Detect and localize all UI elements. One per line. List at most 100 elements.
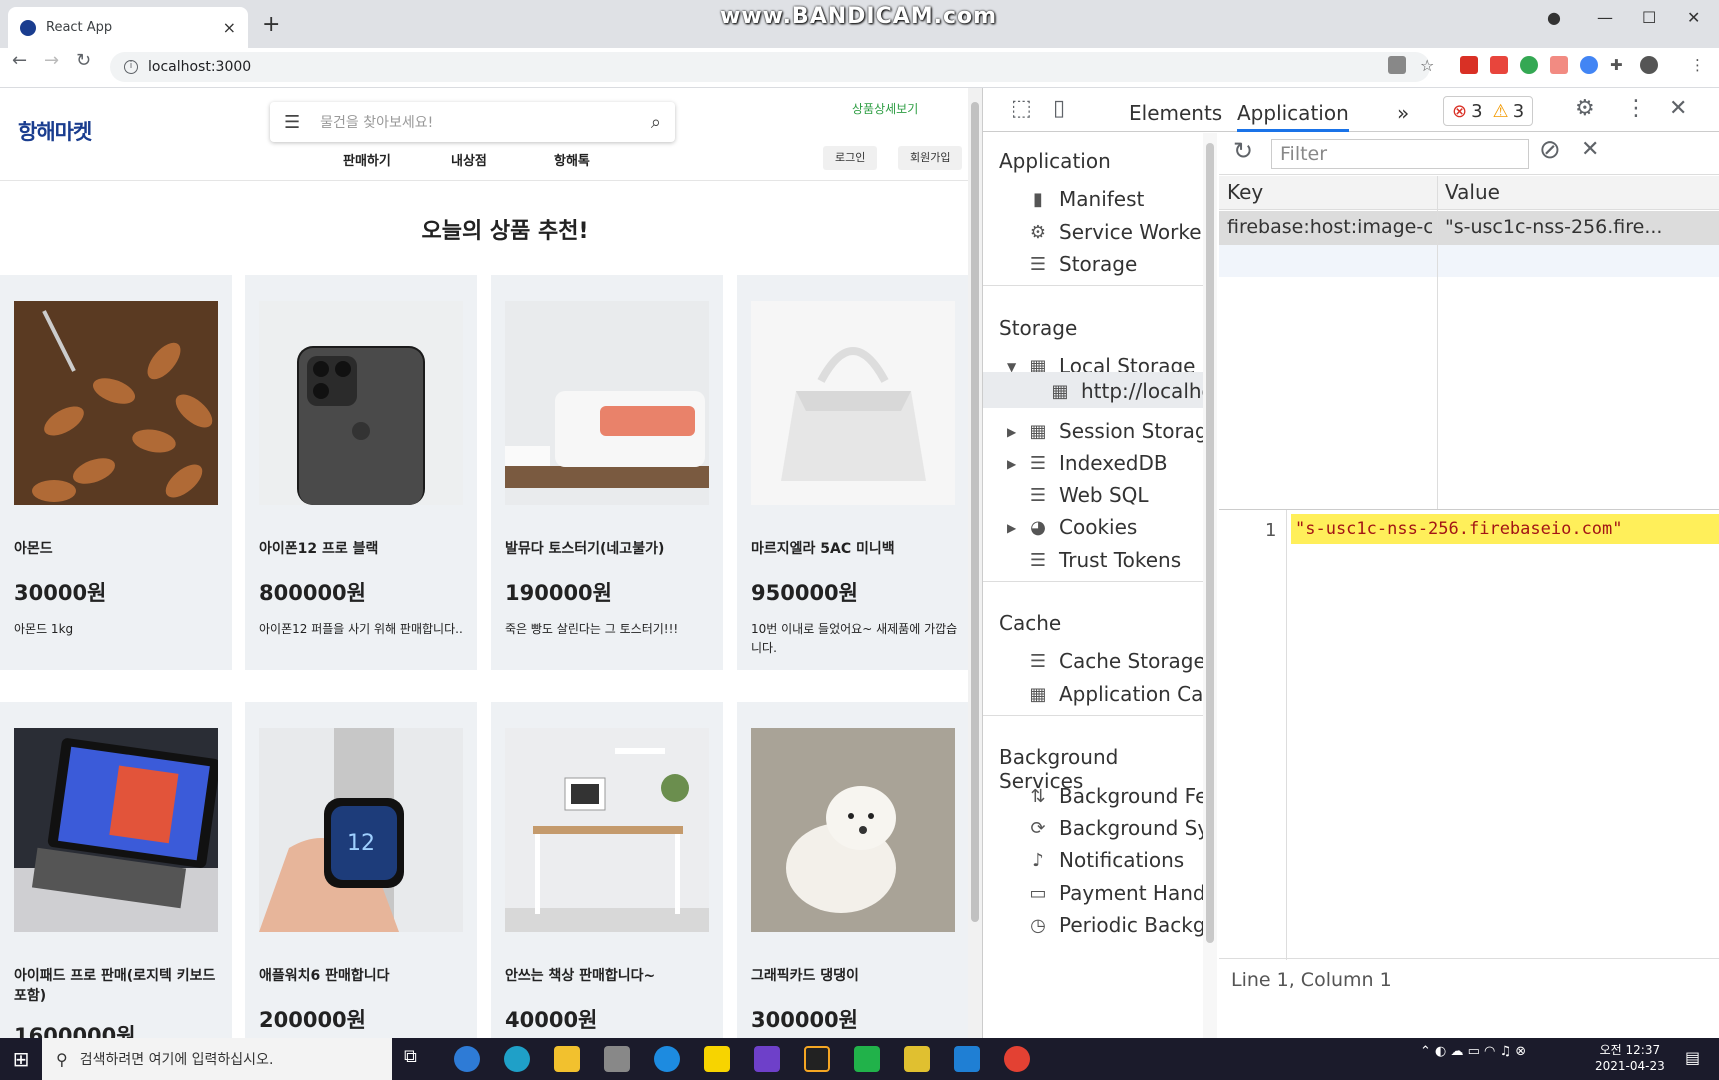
- profile-dropdown-icon[interactable]: ●: [1547, 8, 1561, 27]
- key-column-header[interactable]: Key: [1227, 180, 1263, 204]
- product-card[interactable]: 아몬드 30000원 아몬드 1kg: [0, 275, 232, 670]
- reload-icon[interactable]: ↻: [76, 50, 91, 71]
- clear-all-icon[interactable]: ⊘: [1539, 135, 1561, 165]
- extension-icon[interactable]: [1580, 56, 1598, 74]
- visual-studio-icon[interactable]: [754, 1046, 780, 1072]
- product-image-almond: [14, 301, 218, 505]
- menu-kebab-icon[interactable]: ⋮: [1690, 56, 1708, 74]
- edge-icon[interactable]: [504, 1046, 530, 1072]
- inspect-element-icon[interactable]: ⬚: [1011, 96, 1032, 121]
- jetbrains-icon[interactable]: [804, 1046, 830, 1072]
- page-scrollbar[interactable]: [968, 88, 982, 1038]
- sidebar-item-storage[interactable]: ☰ Storage: [1027, 252, 1137, 276]
- avatar[interactable]: [1640, 56, 1658, 74]
- product-card[interactable]: 아이패드 프로 판매(로지텍 키보드 포함) 1600000원: [0, 702, 232, 1038]
- system-tray-icons[interactable]: ⌃ ◐ ☁ ▭ ◠ ♫ ⊗: [1420, 1044, 1526, 1059]
- nav-sell[interactable]: 판매하기: [343, 150, 391, 169]
- ie-icon[interactable]: [454, 1046, 480, 1072]
- sidebar-item-cookies[interactable]: ◕ Cookies: [1027, 515, 1137, 539]
- translate-icon[interactable]: [1388, 56, 1406, 74]
- product-card[interactable]: 12 애플워치6 판매합니다 200000원: [245, 702, 477, 1038]
- sidebar-item-indexeddb[interactable]: ☰ IndexedDB: [1027, 451, 1168, 475]
- product-card[interactable]: 안쓰는 책상 판매합니다~ 40000원: [491, 702, 723, 1038]
- windows-start-icon[interactable]: ⊞: [0, 1038, 42, 1080]
- sidebar-item-background-fetch[interactable]: ⇅ Background Fetch: [1027, 784, 1204, 808]
- teamviewer-icon[interactable]: [654, 1046, 680, 1072]
- task-view-icon[interactable]: ⧉: [404, 1046, 430, 1072]
- table-row[interactable]: firebase:host:image-c... "s-usc1c-nss-25…: [1219, 211, 1719, 245]
- notification-center-icon[interactable]: ▤: [1685, 1048, 1700, 1067]
- sidebar-item-manifest[interactable]: ▮ Manifest: [1027, 187, 1144, 211]
- search-icon[interactable]: ⌕: [651, 112, 661, 133]
- sidebar-item-application-cache[interactable]: ▦ Application Cache: [1027, 682, 1204, 706]
- product-card[interactable]: 발뮤다 토스터기(네고불가) 190000원 죽은 빵도 살린다는 그 토스터기…: [491, 275, 723, 670]
- delete-selected-icon[interactable]: ✕: [1581, 137, 1599, 162]
- collapsed-triangle-icon[interactable]: ▶: [1007, 521, 1016, 535]
- bookmark-star-icon[interactable]: ☆: [1420, 56, 1438, 75]
- close-window-icon[interactable]: ✕: [1687, 8, 1700, 27]
- sidebar-item-notifications[interactable]: ♪ Notifications: [1027, 848, 1184, 872]
- sidebar-item-web-sql[interactable]: ☰ Web SQL: [1027, 483, 1149, 507]
- devtools-menu-icon[interactable]: ⋮: [1625, 96, 1647, 121]
- issues-counter[interactable]: ⊗ 3 ⚠ 3: [1443, 96, 1534, 126]
- product-card[interactable]: 그래픽카드 댕댕이 300000원: [737, 702, 968, 1038]
- settings-gear-icon[interactable]: ⚙: [1575, 96, 1595, 121]
- tab-elements[interactable]: Elements: [1129, 94, 1222, 132]
- logo[interactable]: 항해마켓: [18, 116, 92, 146]
- app-icon[interactable]: [904, 1046, 930, 1072]
- site-info-icon[interactable]: i: [124, 60, 138, 74]
- close-devtools-icon[interactable]: ✕: [1669, 96, 1687, 121]
- sidebar-item-session-storage[interactable]: ▦ Session Storage: [1027, 419, 1204, 443]
- new-tab-icon[interactable]: +: [262, 12, 280, 37]
- extension-icon[interactable]: [1520, 56, 1538, 74]
- product-detail-link[interactable]: 상품상세보기: [852, 100, 918, 117]
- sidebar-item-cache-storage[interactable]: ☰ Cache Storage: [1027, 649, 1204, 673]
- device-toolbar-icon[interactable]: ▯: [1053, 96, 1065, 121]
- extension-icon[interactable]: [1550, 56, 1568, 74]
- pycharm-icon[interactable]: [854, 1046, 880, 1072]
- value-column-header[interactable]: Value: [1445, 180, 1500, 204]
- collapsed-triangle-icon[interactable]: ▶: [1007, 457, 1016, 471]
- back-icon[interactable]: ←: [12, 50, 27, 71]
- scrollbar-thumb[interactable]: [1206, 143, 1214, 943]
- sidebar-scrollbar[interactable]: [1203, 133, 1217, 1038]
- address-bar[interactable]: i localhost:3000: [110, 52, 1430, 82]
- sidebar-item-periodic-background-sync[interactable]: ◷ Periodic Background Sync: [1027, 913, 1204, 937]
- tab-close-icon[interactable]: ×: [223, 18, 236, 37]
- vscode-icon[interactable]: [954, 1046, 980, 1072]
- login-button[interactable]: 로그인: [823, 146, 878, 170]
- nav-chat[interactable]: 항해톡: [554, 150, 590, 169]
- sidebar-item-localhost[interactable]: ▦ http://localhost:3000: [1049, 379, 1204, 403]
- signup-button[interactable]: 회원가입: [898, 146, 963, 170]
- chrome-icon[interactable]: [1004, 1046, 1030, 1072]
- search-input[interactable]: ☰ 물건을 찾아보세요! ⌕: [270, 102, 675, 142]
- nav-my-store[interactable]: 내상점: [451, 150, 487, 169]
- app-icon[interactable]: [604, 1046, 630, 1072]
- file-explorer-icon[interactable]: [554, 1046, 580, 1072]
- collapsed-triangle-icon[interactable]: ▶: [1007, 425, 1016, 439]
- clock[interactable]: 오전 12:37 2021-04-23: [1595, 1042, 1665, 1074]
- sidebar-item-payment-handler[interactable]: ▭ Payment Handler: [1027, 881, 1204, 905]
- preview-code[interactable]: "s-usc1c-nss-256.firebaseio.com": [1291, 514, 1719, 544]
- kakaotalk-icon[interactable]: [704, 1046, 730, 1072]
- forward-icon[interactable]: →: [44, 50, 59, 71]
- product-card[interactable]: 아이폰12 프로 블랙 800000원 아이폰12 퍼플을 사기 위해 판매합니…: [245, 275, 477, 670]
- filter-input[interactable]: Filter: [1271, 139, 1529, 169]
- product-card[interactable]: 마르지엘라 5AC 미니백 950000원 10번 이내로 들었어요~ 새제품에…: [737, 275, 968, 670]
- sidebar-item-trust-tokens[interactable]: ☰ Trust Tokens: [1027, 548, 1181, 572]
- tab-application[interactable]: Application: [1237, 94, 1349, 132]
- sidebar-item-background-sync[interactable]: ⟳ Background Sync: [1027, 816, 1204, 840]
- hamburger-icon[interactable]: ☰: [284, 112, 300, 133]
- scrollbar-thumb[interactable]: [971, 102, 979, 922]
- sidebar-item-service-workers[interactable]: ⚙ Service Workers: [1027, 220, 1204, 244]
- refresh-icon[interactable]: ↻: [1233, 137, 1253, 165]
- more-tabs-icon[interactable]: »: [1397, 94, 1409, 132]
- extension-icon[interactable]: [1490, 56, 1508, 74]
- taskbar-search-input[interactable]: ⚲ 검색하려면 여기에 입력하십시오.: [42, 1038, 392, 1080]
- browser-tab[interactable]: React App ×: [8, 7, 248, 48]
- table-row[interactable]: [1219, 245, 1719, 277]
- maximize-icon[interactable]: ☐: [1642, 8, 1656, 27]
- pdf-extension-icon[interactable]: [1460, 56, 1478, 74]
- minimize-icon[interactable]: —: [1597, 8, 1613, 27]
- puzzle-extensions-icon[interactable]: ✚: [1610, 56, 1628, 74]
